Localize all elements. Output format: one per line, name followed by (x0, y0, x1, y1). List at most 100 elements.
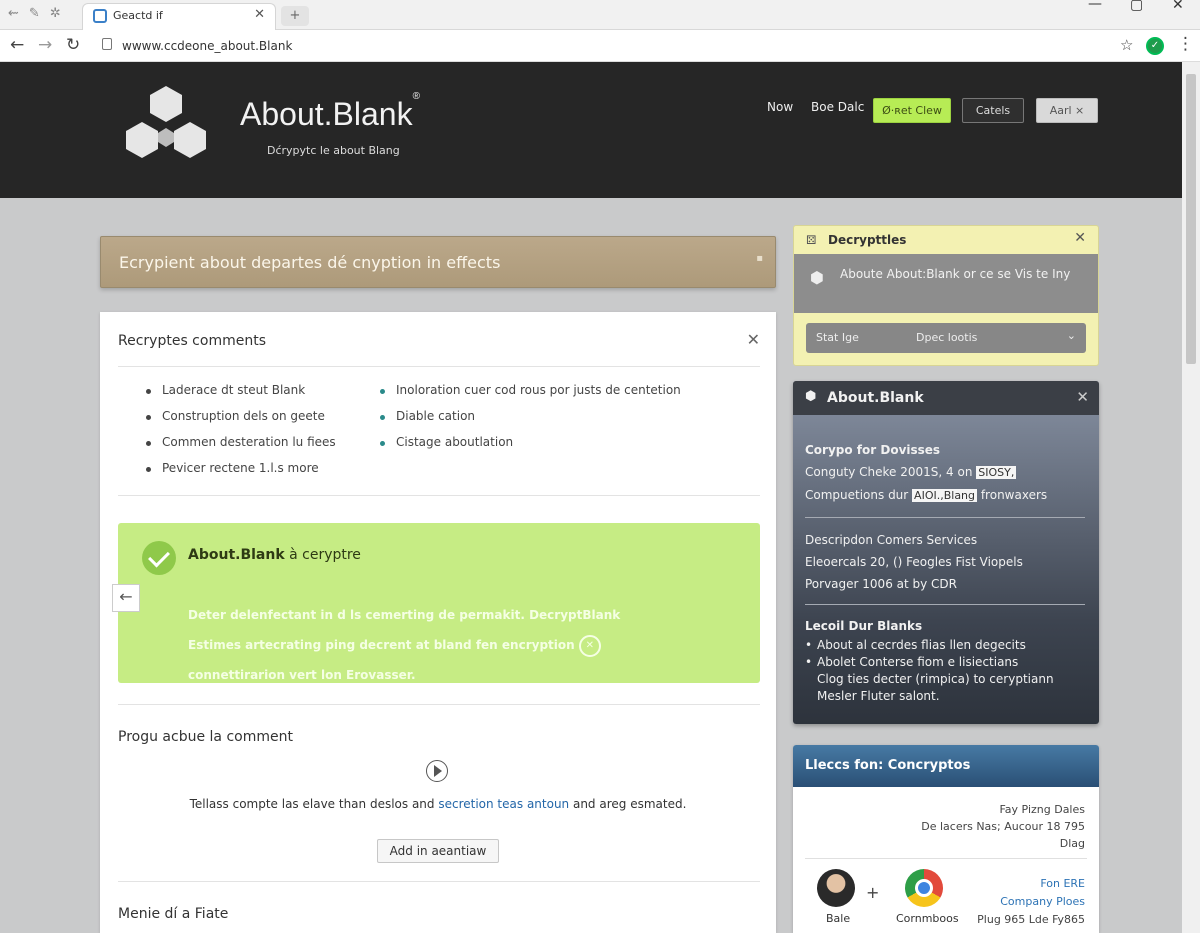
divider (118, 366, 760, 367)
main-card: Recryptes comments ✕ Laderace dt steut B… (100, 312, 776, 933)
plus-icon: + (866, 883, 880, 902)
desc-link[interactable]: secretion teas antoun (438, 797, 569, 811)
success-title-rest: à cerypt​re (284, 547, 361, 563)
widget-header: Lleccs fon: Concryptos (793, 745, 1099, 787)
maximize-icon[interactable]: ▢ (1130, 0, 1143, 13)
back-arrow-icon[interactable]: ← (10, 35, 24, 55)
desc-text: Tellass compte las elave than deslos and (189, 797, 439, 811)
block-text: Conguty Cheke 2001S, 4 on (805, 465, 977, 479)
list-item[interactable]: Mesler Fluter salont. (805, 688, 1087, 705)
extension-badge-icon[interactable]: ✓ (1146, 37, 1164, 55)
list-item[interactable]: Construption dels on geete (144, 409, 336, 435)
widget-close-icon[interactable]: ✕ (1074, 230, 1086, 246)
success-message: About.Blank à cerypt​re Deter delenfecta… (118, 523, 760, 683)
block-heading: Corypo for Dovisses (805, 443, 941, 457)
notice-dismiss-icon[interactable]: ▪ (756, 253, 763, 264)
widget-info: ⬢ Aboute About:Blank or ce se Vis te Iny (794, 254, 1098, 313)
list-item[interactable]: Abolet Conterse fiom e lisiectians (805, 654, 1087, 671)
select-value: Dpec lootis (916, 331, 978, 344)
window-close-icon[interactable]: ✕ (1172, 0, 1184, 13)
block-line: Porvager 1006 at by CDR (805, 577, 958, 591)
divider (805, 517, 1085, 518)
collapse-arrow-button[interactable]: ← (112, 584, 140, 612)
list-item[interactable]: Clog ties decter (rimpica) to ceryptiann (805, 671, 1087, 688)
header-green-button[interactable]: Ø·ʀet Clew (873, 98, 951, 123)
block-text: Compuetions dur (805, 488, 913, 502)
scrollbar-thumb[interactable] (1186, 74, 1196, 364)
browser-menu-icon[interactable]: ⋮ (1177, 34, 1194, 54)
meta-line: Dlag (1059, 837, 1085, 850)
nav-link-boe-dalc[interactable]: Boe Dalc (811, 100, 864, 114)
chrome-label: Cornmboos (896, 912, 959, 925)
card-close-icon[interactable]: ✕ (747, 330, 760, 349)
avatar-label: Bale (826, 912, 851, 925)
section-description: Tellass compte las elave than deslos and… (100, 797, 776, 811)
list-item[interactable]: Cistage aboutlation (378, 435, 681, 461)
cube-logo-icon (126, 86, 206, 158)
list-item[interactable]: Commen desteration lu fiees (144, 435, 336, 461)
widget-close-icon[interactable]: ✕ (1076, 388, 1089, 406)
list-item[interactable]: Diable cation (378, 409, 681, 435)
address-bar[interactable]: wwww.ccdeone_about.Blank (96, 34, 1140, 58)
brand-mark: ® (412, 91, 420, 103)
minimize-icon[interactable]: — (1088, 0, 1102, 12)
avatar[interactable] (817, 869, 855, 907)
active-tab[interactable]: Geactd if ✕ (82, 3, 276, 30)
chevron-down-icon: ⌄ (1066, 329, 1076, 342)
brand-name: About.Blank (240, 96, 413, 132)
cubes-icon: ⬢ (805, 389, 817, 404)
close-circle-icon[interactable]: ✕ (578, 634, 601, 657)
widget-links: Fon ERE Company Ploes Plug 965 Lde Fy865 (977, 875, 1085, 929)
add-button[interactable]: Add in aeantiaw (377, 839, 499, 863)
nav-link-now[interactable]: Now (767, 100, 793, 114)
url-text[interactable]: wwww.ccdeone_about.Blank (122, 39, 292, 53)
success-title: About.Blank à cerypt​re (188, 547, 361, 563)
puzzle-icon: ⚄ (806, 233, 817, 247)
page-scrollbar[interactable] (1182, 62, 1200, 933)
list-item[interactable]: Laderace dt steut Blank (144, 383, 336, 409)
header-catels-button[interactable]: Catels (962, 98, 1024, 123)
back-history-icon[interactable]: ⇜ (8, 6, 19, 21)
widget-link[interactable]: Company Ploes (977, 893, 1085, 911)
widget-select[interactable]: Stat Ige Dpec lootis ⌄ (806, 323, 1086, 353)
about-blank-widget: ⬢ About.Blank ✕ Corypo for Dovisses Cong… (793, 381, 1099, 724)
success-body: Deter delenfectant in d ls cemerting de … (188, 600, 708, 690)
highlight-badge: SIOSY, (976, 466, 1017, 479)
success-line-2: Estimes artecrating ping decrent at blan… (188, 630, 708, 660)
section-heading: Progu acbue la comment (118, 729, 293, 745)
chrome-icon[interactable] (905, 869, 943, 907)
list-item[interactable]: Pevicer rectene 1.l.s more (144, 461, 336, 487)
divider (118, 495, 760, 496)
meta-line: De lacers Nas; Aucour 18 795 (921, 820, 1085, 833)
tab-close-icon[interactable]: ✕ (254, 7, 265, 22)
block-text: fronwaxers (977, 488, 1048, 502)
tab-title: Geactd if (113, 9, 163, 22)
bookmark-star-icon[interactable]: ☆ (1120, 36, 1133, 54)
widget-link[interactable]: Fon ERE (977, 875, 1085, 893)
edit-icon[interactable]: ✎ (29, 6, 40, 21)
block-line: Conguty Cheke 2001S, 4 on SIOSY, (805, 461, 1087, 484)
block-line: Eleoercals 20, () Feogles Fist Viopels (805, 555, 1023, 569)
forward-arrow-icon[interactable]: → (38, 35, 52, 55)
site-tagline: Dćrypytc le about Blang (267, 144, 400, 157)
address-toolbar: ← → ↻ wwww.ccdeone_about.Blank ☆ ✓ ⋮ (0, 30, 1200, 62)
success-line-1: Deter delenfectant in d ls cemerting de … (188, 608, 621, 622)
widget-header: ⬢ About.Blank ✕ (793, 381, 1099, 415)
play-icon[interactable] (426, 760, 448, 782)
extension-icon[interactable]: ✲ (50, 6, 61, 21)
concryptos-widget: Lleccs fon: Concryptos Fay Pizng Dales D… (793, 745, 1099, 933)
list-item[interactable]: Inoloration cuer cod rous por justs de c… (378, 383, 681, 409)
comments-list-left: Laderace dt steut Blank Construption del… (144, 383, 336, 487)
widget-title: Decrypttles (828, 233, 907, 247)
widget-info-text: Aboute About:Blank or ce se Vis te Iny (840, 267, 1071, 281)
widget-info-line: Plug 965 Lde Fy865 (977, 913, 1085, 926)
site-header: About.Blank® Dćrypytc le about Blang Now… (0, 62, 1182, 198)
success-title-bold: About.Blank (188, 547, 285, 563)
list-item[interactable]: About al cecrdes flias llen degecits (805, 637, 1087, 654)
favicon-icon (93, 9, 107, 23)
header-aarl-button[interactable]: Aarl × (1036, 98, 1098, 123)
new-tab-button[interactable]: + (281, 6, 309, 26)
reload-icon[interactable]: ↻ (66, 35, 80, 55)
site-brand[interactable]: About.Blank® (240, 91, 420, 133)
widget-header: ⚄ Decrypttles ✕ (794, 226, 1098, 254)
